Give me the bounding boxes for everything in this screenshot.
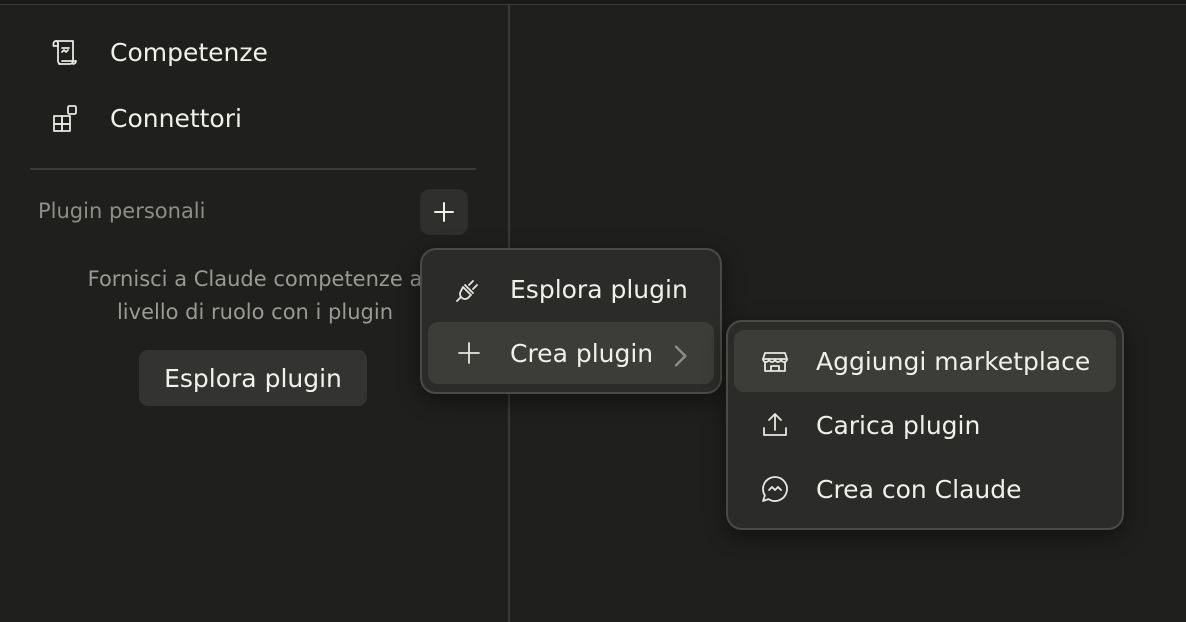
submenu-item-label: Carica plugin — [816, 410, 981, 440]
submenu-item-label: Aggiungi marketplace — [816, 346, 1091, 376]
sidebar-divider — [30, 168, 476, 170]
submenu-item-crea-con-claude[interactable]: Crea con Claude — [734, 458, 1116, 520]
submenu-item-aggiungi-marketplace[interactable]: Aggiungi marketplace — [734, 330, 1116, 392]
sidebar-item-competenze[interactable]: Competenze — [48, 32, 268, 72]
sidebar-item-connettori[interactable]: Connettori — [48, 98, 242, 138]
create-plugin-submenu: Aggiungi marketplace Carica plugin Crea … — [726, 320, 1124, 530]
grid-blocks-icon — [48, 101, 82, 135]
add-plugin-button[interactable] — [420, 189, 468, 235]
scroll-icon — [48, 35, 82, 69]
chat-bubble-icon — [758, 472, 792, 506]
plug-icon — [452, 272, 486, 306]
chevron-right-icon — [674, 345, 687, 367]
upload-icon — [758, 408, 792, 442]
menu-item-esplora-plugin[interactable]: Esplora plugin — [428, 258, 714, 320]
empty-state-text: Fornisci a Claude competenze a livello d… — [87, 267, 423, 324]
sidebar-item-label: Competenze — [110, 37, 268, 67]
menu-item-crea-plugin[interactable]: Crea plugin — [428, 322, 714, 384]
section-label: Plugin personali — [38, 199, 206, 223]
plus-icon — [452, 336, 486, 370]
plugin-add-menu: Esplora plugin Crea plugin — [420, 248, 722, 394]
sidebar-item-label: Connettori — [110, 103, 242, 133]
menu-item-label: Crea plugin — [510, 338, 654, 368]
submenu-item-carica-plugin[interactable]: Carica plugin — [734, 394, 1116, 456]
store-icon — [758, 344, 792, 378]
explore-plugins-button[interactable]: Esplora plugin — [139, 350, 367, 406]
submenu-item-label: Crea con Claude — [816, 474, 1022, 504]
menu-item-label: Esplora plugin — [510, 274, 688, 304]
plus-icon — [434, 202, 454, 222]
